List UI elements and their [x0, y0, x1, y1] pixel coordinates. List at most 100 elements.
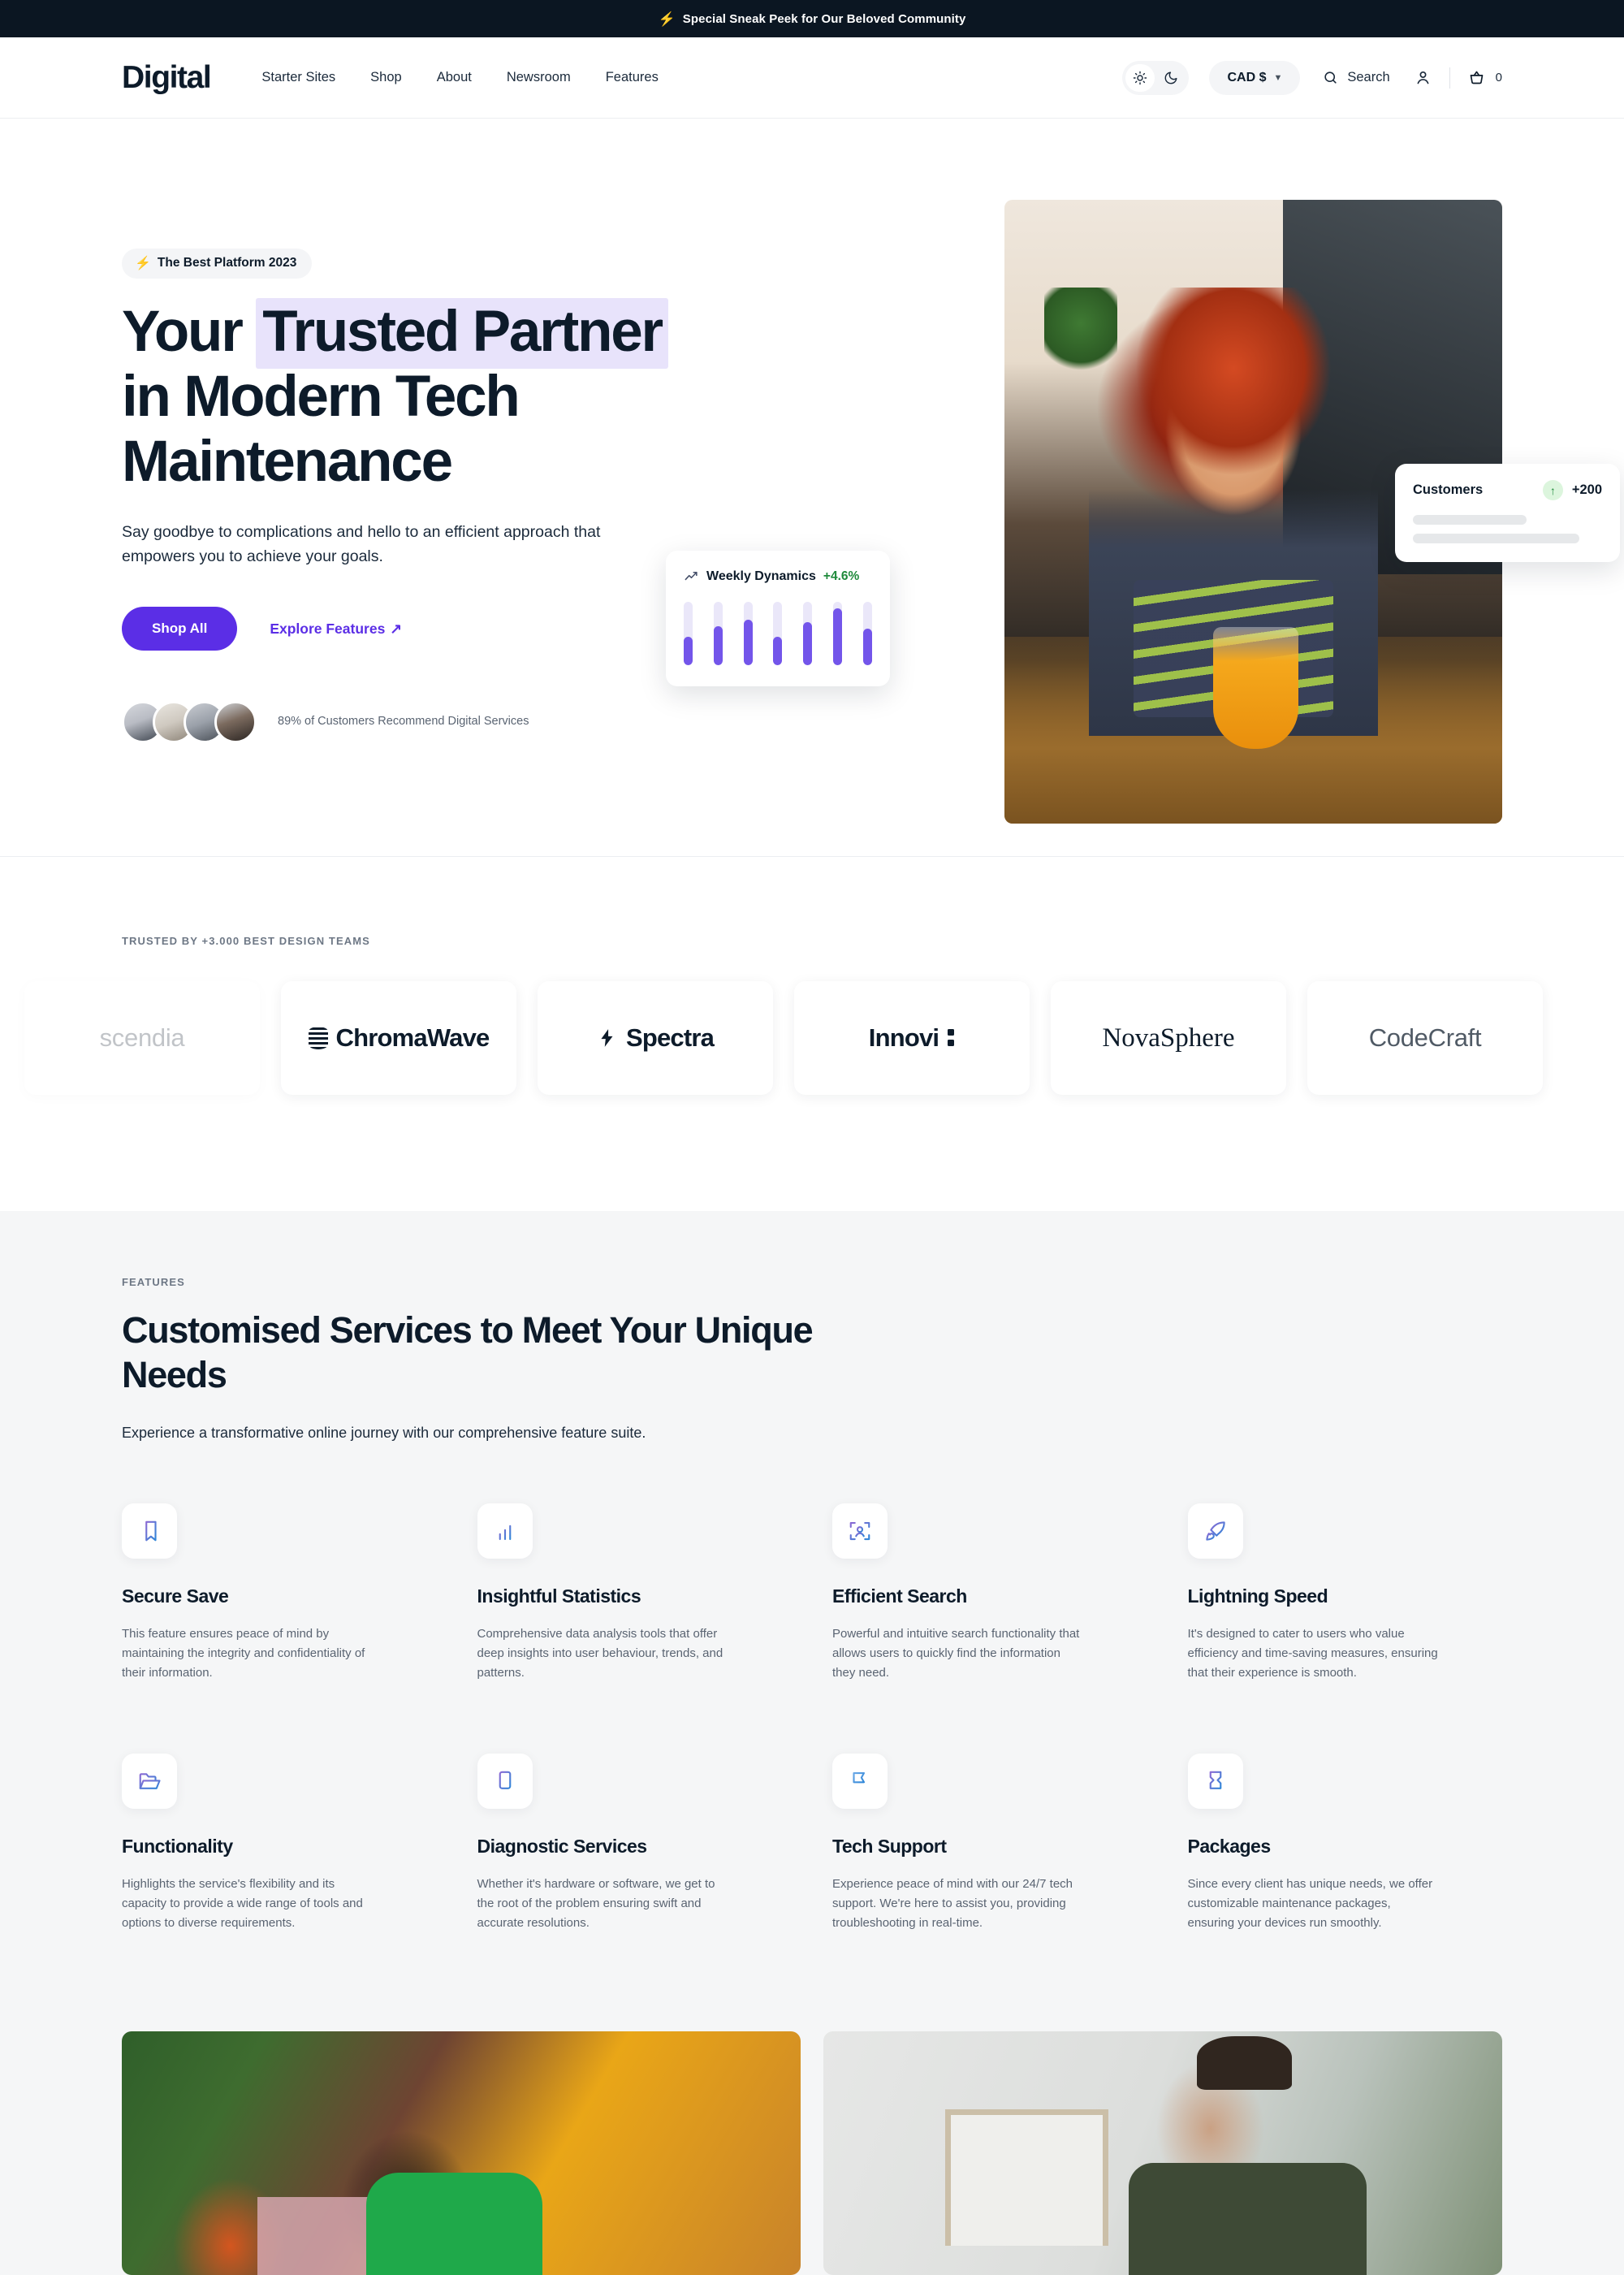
chart-bar: [862, 602, 872, 665]
header-actions: CAD $ ▼ Search 0: [1122, 60, 1502, 95]
nav-item-about[interactable]: About: [437, 70, 472, 85]
features-section: FEATURES Customised Services to Meet You…: [0, 1211, 1624, 2275]
nav-item-features[interactable]: Features: [606, 70, 659, 85]
customers-card: Customers ↑ +200: [1395, 464, 1620, 562]
rocket-icon: [1187, 1503, 1243, 1559]
brand-name: Spectra: [625, 1023, 715, 1052]
announcement-text: Special Sneak Peek for Our Beloved Commu…: [682, 11, 966, 26]
logo-card-scendia: scendia: [24, 981, 260, 1095]
chart-bar-fill: [833, 608, 843, 665]
weekly-dynamics-title: Weekly Dynamics: [706, 569, 816, 583]
feature-desc: Whether it's hardware or software, we ge…: [477, 1876, 715, 1931]
chevron-down-icon: ▼: [1273, 72, 1283, 83]
avatar-group: [122, 701, 257, 744]
nav-item-shop[interactable]: Shop: [370, 70, 402, 85]
bolt-icon: [597, 1026, 618, 1050]
feature-title: Secure Save: [122, 1585, 229, 1607]
header-divider: [1449, 67, 1450, 89]
gallery-image-left: [122, 2031, 801, 2275]
landing-page: ⚡ Special Sneak Peek for Our Beloved Com…: [0, 0, 1624, 2275]
feature-desc: Experience peace of mind with our 24/7 t…: [832, 1876, 1073, 1931]
tablet-icon: [477, 1753, 533, 1809]
social-proof-text: 89% of Customers Recommend Digital Servi…: [278, 715, 529, 729]
logo-card-spectra: Spectra: [538, 981, 773, 1095]
currency-value: CAD $: [1227, 70, 1267, 84]
nav-item-newsroom[interactable]: Newsroom: [507, 70, 571, 85]
brand-spectra: Spectra: [597, 1023, 715, 1053]
page-title: Your Trusted Partner in Modern Tech Main…: [122, 298, 796, 495]
bolt-icon: ⚡: [658, 11, 676, 27]
features-subtitle: Experience a transformative online journ…: [122, 1424, 646, 1441]
feature-title: Efficient Search: [832, 1585, 967, 1607]
arrow-up-right-icon: ↗: [390, 620, 402, 637]
shop-all-button[interactable]: Shop All: [122, 607, 238, 651]
trusted-label: TRUSTED BY +3.000 BEST DESIGN TEAMS: [122, 935, 370, 947]
chart-bar: [713, 602, 723, 665]
weekly-dynamics-chart: [684, 602, 872, 665]
feature-title: Lightning Speed: [1187, 1585, 1328, 1607]
brand-chromawave: ChromaWave: [308, 1023, 490, 1053]
chart-bar: [833, 602, 843, 665]
chart-bar-fill: [713, 625, 723, 665]
user-icon: [1415, 69, 1432, 86]
user-scan-icon: [832, 1503, 888, 1559]
account-button[interactable]: [1415, 69, 1432, 86]
search-icon: [1323, 70, 1338, 85]
customers-card-title: Customers: [1413, 482, 1484, 497]
cart-count: 0: [1495, 71, 1502, 84]
announcement-bar[interactable]: ⚡ Special Sneak Peek for Our Beloved Com…: [0, 0, 1624, 37]
folder-open-icon: [122, 1753, 177, 1809]
trend-up-icon: [684, 569, 699, 584]
feature-title: Functionality: [122, 1835, 233, 1857]
chart-bar: [743, 602, 753, 665]
social-proof: 89% of Customers Recommend Digital Servi…: [122, 701, 796, 744]
feature-card-insightful-statistics: Insightful Statistics Comprehensive data…: [477, 1503, 793, 1684]
feature-title: Tech Support: [832, 1835, 947, 1857]
logo-card-novasphere: NovaSphere: [1051, 981, 1286, 1095]
features-eyebrow: FEATURES: [122, 1276, 185, 1288]
feature-card-secure-save: Secure Save This feature ensures peace o…: [122, 1503, 437, 1684]
search-button[interactable]: Search: [1323, 70, 1390, 85]
customers-card-header: Customers ↑ +200: [1413, 480, 1602, 500]
chart-bar: [803, 602, 813, 665]
hero-title-highlight: Trusted Partner: [256, 298, 668, 369]
features-title: Customised Services to Meet Your Unique …: [122, 1309, 814, 1395]
hero-subtitle: Say goodbye to complications and hello t…: [122, 522, 601, 565]
feature-title: Packages: [1187, 1835, 1272, 1857]
hero-section: ⚡ The Best Platform 2023 Your Trusted Pa…: [0, 119, 1624, 824]
customers-card-delta: ↑ +200: [1542, 480, 1602, 500]
search-label: Search: [1347, 70, 1390, 84]
feature-card-lightning-speed: Lightning Speed It's designed to cater t…: [1187, 1503, 1503, 1684]
chart-bar: [773, 602, 783, 665]
hero-title-part1: Your: [122, 300, 257, 364]
customers-card-value: +200: [1571, 482, 1602, 497]
feature-desc: Comprehensive data analysis tools that o…: [477, 1626, 723, 1680]
logo-card-innovi: Innovi: [794, 981, 1030, 1095]
feature-title: Diagnostic Services: [477, 1835, 648, 1857]
features-grid: Secure Save This feature ensures peace o…: [122, 1503, 1502, 1934]
feature-desc: Highlights the service's flexibility and…: [122, 1876, 363, 1931]
moon-icon[interactable]: [1156, 64, 1186, 92]
explore-features-link[interactable]: Explore Features ↗: [270, 621, 402, 638]
feature-desc: Since every client has unique needs, we …: [1187, 1876, 1433, 1931]
avatar: [214, 701, 257, 744]
feature-desc: Powerful and intuitive search functional…: [832, 1626, 1080, 1680]
bolt-icon: ⚡: [135, 257, 151, 270]
feature-card-packages: Packages Since every client has unique n…: [1187, 1753, 1503, 1934]
feature-desc: This feature ensures peace of mind by ma…: [122, 1626, 365, 1680]
chart-bar-fill: [743, 619, 753, 665]
cart-button[interactable]: 0: [1468, 69, 1502, 86]
brand-name: CodeCraft: [1368, 1023, 1482, 1052]
theme-toggle[interactable]: [1122, 60, 1190, 95]
chart-bar: [684, 602, 693, 665]
explore-features-label: Explore Features: [270, 620, 386, 637]
currency-selector[interactable]: CAD $ ▼: [1209, 60, 1301, 95]
skeleton-line: [1413, 534, 1580, 543]
weekly-dynamics-card: Weekly Dynamics +4.6%: [666, 551, 890, 686]
site-logo[interactable]: Digital: [122, 60, 212, 96]
skeleton-line: [1413, 515, 1527, 525]
sun-icon[interactable]: [1125, 63, 1155, 92]
nav-item-starter-sites[interactable]: Starter Sites: [261, 70, 335, 85]
basket-icon: [1468, 69, 1485, 86]
main-navigation: Starter Sites Shop About Newsroom Featur…: [261, 70, 658, 85]
